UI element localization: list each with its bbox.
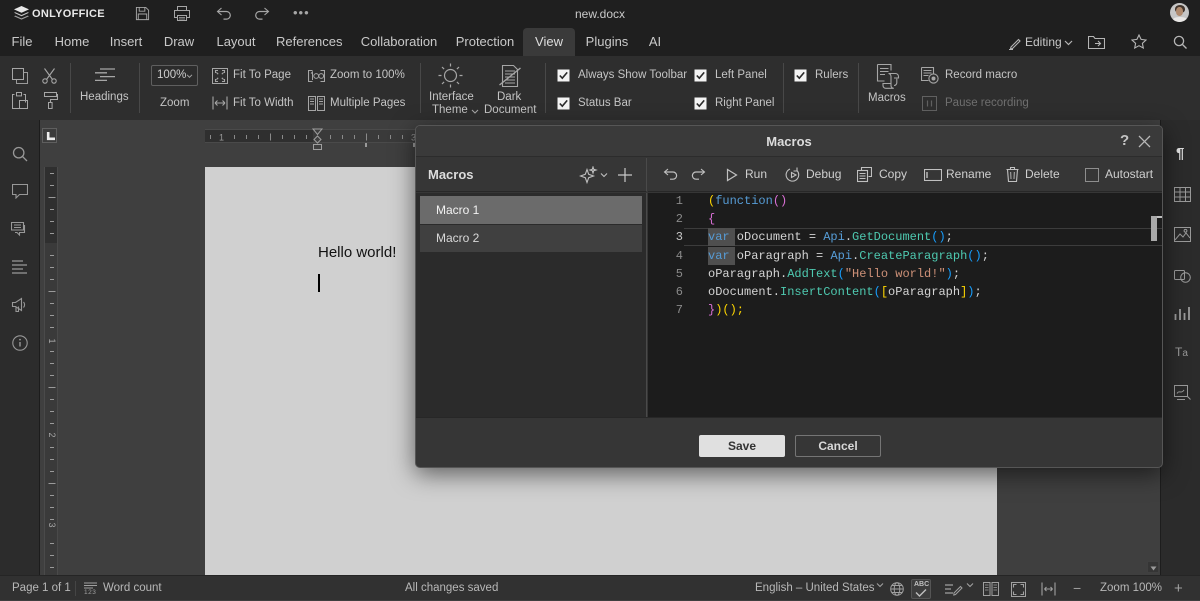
svg-text:2: 2 [47, 432, 57, 437]
svg-text:1: 1 [47, 338, 57, 343]
svg-text:3: 3 [47, 522, 57, 527]
svg-text:1: 1 [219, 133, 224, 143]
